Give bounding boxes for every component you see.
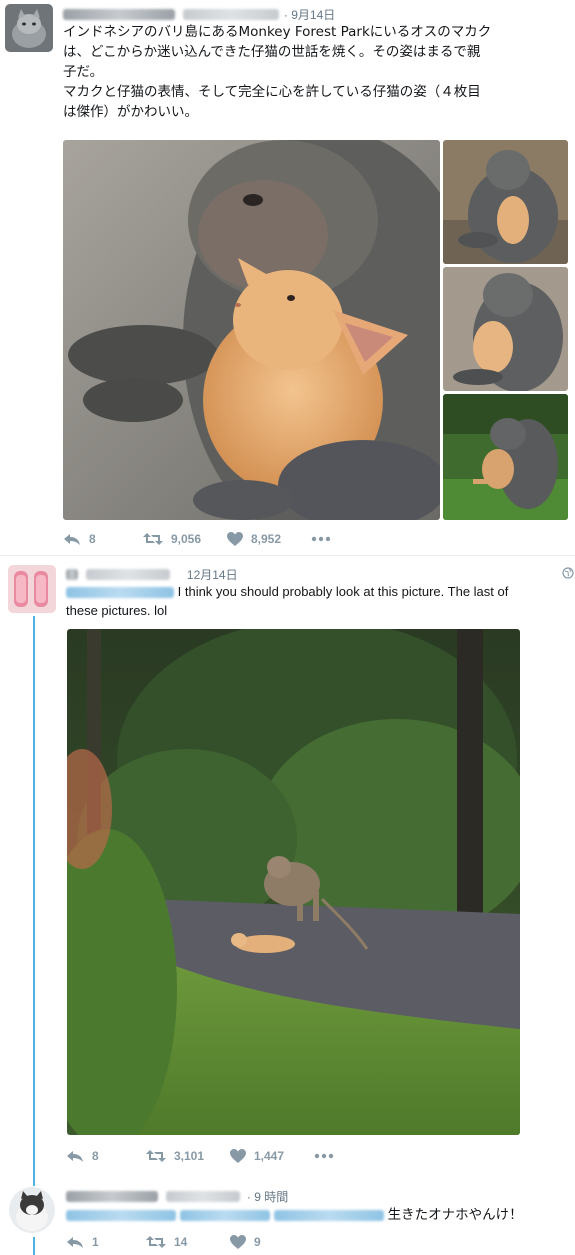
tweet3-mention-redacted[interactable] [66, 1209, 176, 1221]
tweet1-reply-button[interactable]: 8 [63, 532, 143, 546]
tweet3-author-name-redacted[interactable] [66, 1191, 158, 1203]
globe-icon [562, 566, 574, 584]
avatar-user1[interactable] [5, 4, 53, 52]
tweet3-like-count: 9 [254, 1235, 261, 1249]
tweet1-text-line: マカクと仔猫の表情、そして完全に心を許している仔猫の姿（４枚目 [63, 84, 481, 100]
divider [0, 555, 575, 556]
more-icon [311, 536, 331, 542]
tweet2-like-button[interactable]: 1,447 [230, 1149, 314, 1163]
reply-icon [67, 1237, 83, 1248]
tweet3-reply-count: 1 [92, 1235, 99, 1249]
tweet1-header: · 9月14日 [63, 6, 335, 22]
photo-forest-road[interactable] [67, 629, 520, 1135]
tweet1-retweet-count: 9,056 [171, 532, 202, 546]
tweet1-author-handle-redacted[interactable] [183, 9, 280, 21]
tweet3-like-button[interactable]: 9 [230, 1235, 314, 1249]
tweet2-more-button[interactable] [314, 1153, 334, 1159]
tweet2-author-name-redacted[interactable] [66, 569, 78, 581]
reply-icon [67, 1151, 83, 1162]
photo-main-macaque-kitten[interactable] [63, 140, 440, 520]
tweet1-timestamp[interactable]: · 9月14日 [284, 8, 335, 22]
tweet3-mention-redacted[interactable] [179, 1209, 270, 1221]
tweet3-text-line: 生きたオナホやんけ！ [387, 1207, 523, 1223]
photo-thumb-3[interactable] [443, 394, 568, 520]
tweet2-text: I think you should probably look at this… [66, 582, 556, 620]
tweet3-reply-button[interactable]: 1 [66, 1235, 146, 1249]
tweet2-text-line: these pictures. lol [66, 603, 168, 618]
tweet2-text-line: I think you should probably look at this… [177, 584, 509, 599]
tweet2-actions: 8 3,101 1,447 [66, 1149, 334, 1163]
avatar-user2[interactable] [8, 565, 56, 613]
photo-thumb-1[interactable] [443, 140, 568, 264]
tweet3-timestamp[interactable]: · 9 時間 [247, 1190, 288, 1204]
retweet-icon [146, 1236, 166, 1248]
tweet1-text-line: は傑作）がかわいい。 [63, 104, 198, 120]
retweet-icon [143, 533, 163, 545]
tweet3-retweet-count: 14 [174, 1235, 188, 1249]
tweet1-retweet-button[interactable]: 9,056 [143, 532, 227, 546]
tweet1-text-line: 子だ。 [63, 64, 104, 80]
thread-line [33, 1237, 35, 1255]
tweet2-header: 12月14日 [66, 566, 238, 582]
tweet1-actions: 8 9,056 8,952 [63, 532, 331, 546]
tweet3-actions: 1 14 9 [66, 1235, 314, 1249]
tweet3-header: · 9 時間 [66, 1188, 288, 1204]
tweet3-mention-redacted[interactable] [273, 1209, 384, 1221]
retweet-icon [146, 1150, 166, 1162]
thread-line [33, 616, 35, 1186]
tweet2-like-count: 1,447 [254, 1149, 285, 1163]
tweet3-retweet-button[interactable]: 14 [146, 1235, 230, 1249]
tweet2-reply-button[interactable]: 8 [66, 1149, 146, 1163]
tweet1-reply-count: 8 [89, 532, 96, 546]
reply-icon [64, 534, 80, 545]
tweet3-text: 生きたオナホやんけ！ [66, 1204, 566, 1225]
heart-icon [227, 532, 243, 546]
tweet1-like-button[interactable]: 8,952 [227, 532, 311, 546]
tweet2-author-handle-redacted[interactable] [86, 569, 171, 581]
tweet1-text-line: インドネシアのバリ島にあるMonkey Forest Parkにいるオスのマカク [63, 24, 492, 40]
photo-thumb-2[interactable] [443, 267, 568, 391]
heart-icon [230, 1149, 246, 1163]
tweet3-author-handle-redacted[interactable] [166, 1191, 241, 1203]
tweet2-retweet-button[interactable]: 3,101 [146, 1149, 230, 1163]
tweet1-author-name-redacted[interactable] [63, 9, 175, 21]
tweet2-retweet-count: 3,101 [174, 1149, 205, 1163]
tweet2-mention-redacted[interactable] [66, 587, 174, 599]
tweet1-like-count: 8,952 [251, 532, 282, 546]
avatar-user3[interactable] [9, 1187, 55, 1233]
tweet1-more-button[interactable] [311, 536, 331, 542]
heart-icon [230, 1235, 246, 1249]
tweet1-text: インドネシアのバリ島にあるMonkey Forest Parkにいるオスのマカク… [63, 22, 568, 122]
tweet2-timestamp[interactable]: 12月14日 [187, 568, 238, 582]
more-icon [314, 1153, 334, 1159]
tweet2-reply-count: 8 [92, 1149, 99, 1163]
tweet1-text-line: は、どこからか迷い込んできた仔猫の世話を焼く。その姿はまるで親 [63, 44, 481, 60]
